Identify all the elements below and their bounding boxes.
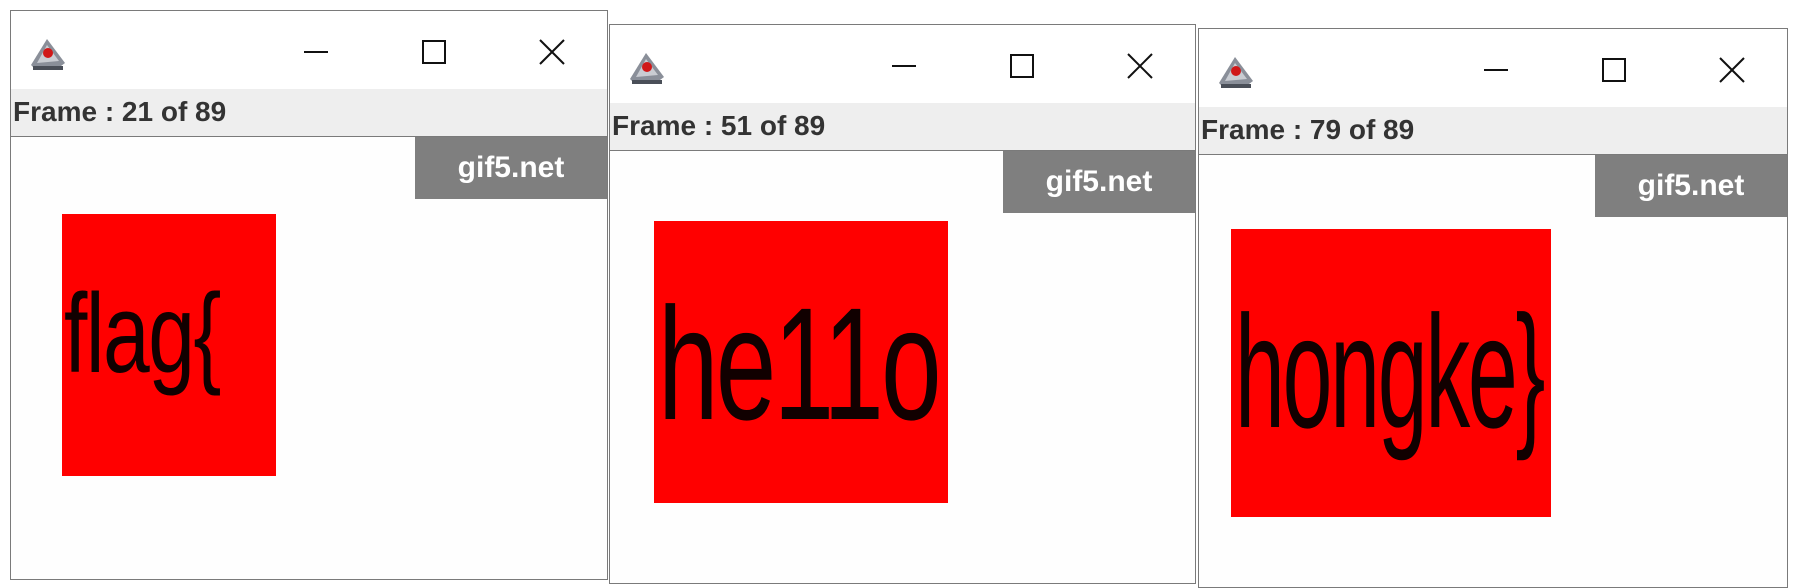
title-bar[interactable] [1199,29,1787,107]
watermark-label: gif5.net [1595,155,1787,217]
frame-image-text: flag{ [64,271,221,396]
java-app-icon [626,47,668,87]
watermark-label: gif5.net [415,137,607,199]
frame-image: flag{ [62,214,276,476]
minimize-icon [304,51,328,53]
maximize-button[interactable] [987,41,1057,91]
frame-image-text: he11o [658,274,942,453]
gif-viewer-window-3: Frame : 79 of 89 gif5.net hongke} [1198,28,1788,588]
title-bar[interactable] [11,11,607,89]
minimize-icon [1484,69,1508,71]
title-bar[interactable] [610,25,1195,103]
close-icon [539,39,565,65]
close-button[interactable] [1105,41,1175,91]
close-icon [1127,53,1153,79]
watermark-label: gif5.net [1003,151,1195,213]
minimize-button[interactable] [281,27,351,77]
maximize-icon [422,40,446,64]
close-icon [1719,57,1745,83]
close-button[interactable] [1697,45,1767,95]
gif-frame-canvas: gif5.net hongke} [1199,155,1787,587]
java-app-icon [1215,51,1257,91]
maximize-icon [1602,58,1626,82]
frame-image: hongke} [1231,229,1551,517]
java-app-icon [27,33,69,73]
maximize-button[interactable] [399,27,469,77]
maximize-icon [1010,54,1034,78]
minimize-icon [892,65,916,67]
gif-frame-canvas: gif5.net flag{ [11,137,607,579]
close-button[interactable] [517,27,587,77]
frame-counter: Frame : 51 of 89 [610,103,1195,151]
maximize-button[interactable] [1579,45,1649,95]
minimize-button[interactable] [869,41,939,91]
gif-viewer-window-2: Frame : 51 of 89 gif5.net he11o [609,24,1196,584]
gif-frame-canvas: gif5.net he11o [610,151,1195,583]
frame-counter: Frame : 79 of 89 [1199,107,1787,155]
frame-image-text: hongke} [1235,282,1545,461]
frame-image: he11o [654,221,948,503]
minimize-button[interactable] [1461,45,1531,95]
gif-viewer-window-1: Frame : 21 of 89 gif5.net flag{ [10,10,608,580]
frame-counter: Frame : 21 of 89 [11,89,607,137]
